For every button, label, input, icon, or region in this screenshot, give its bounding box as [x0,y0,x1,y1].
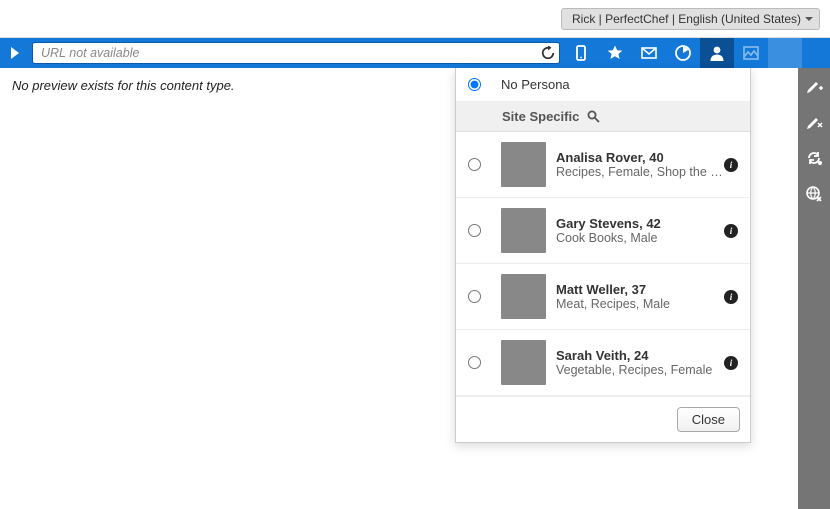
persona-group-label: Site Specific [502,109,579,124]
no-persona-label: No Persona [501,77,570,92]
favorite-button[interactable] [598,38,632,68]
email-button[interactable] [632,38,666,68]
persona-text: Analisa Rover, 40 Recipes, Female, Shop … [556,150,724,179]
persona-row[interactable]: Gary Stevens, 42 Cook Books, Male i [456,198,750,264]
url-text: URL not available [33,46,537,60]
highlighter-remove-button[interactable] [798,104,830,140]
close-button[interactable]: Close [677,407,740,432]
persona-text: Gary Stevens, 42 Cook Books, Male [556,216,724,245]
toolbar-icons [564,38,768,68]
persona-avatar [501,208,546,253]
persona-radio[interactable] [468,290,481,303]
persona-desc: Recipes, Female, Shop the L... [556,165,724,179]
info-icon[interactable]: i [724,290,738,304]
persona-row[interactable]: Sarah Veith, 24 Vegetable, Recipes, Fema… [456,330,750,396]
no-persona-radio[interactable] [468,78,481,91]
persona-desc: Meat, Recipes, Male [556,297,724,311]
user-context-label: Rick | PerfectChef | English (United Sta… [572,12,801,26]
right-rail [798,68,830,509]
persona-panel-footer: Close [456,396,750,442]
no-persona-row[interactable]: No Persona [456,68,750,102]
persona-name: Analisa Rover, 40 [556,150,724,165]
app-header: Rick | PerfectChef | English (United Sta… [0,0,830,38]
persona-desc: Vegetable, Recipes, Female [556,363,724,377]
globe-remove-button[interactable] [798,176,830,212]
persona-avatar [501,274,546,319]
persona-radio[interactable] [468,356,481,369]
persona-group-header: Site Specific [456,102,750,132]
persona-radio[interactable] [468,224,481,237]
search-icon[interactable] [587,110,600,123]
persona-name: Gary Stevens, 42 [556,216,724,231]
persona-desc: Cook Books, Male [556,231,724,245]
info-icon[interactable]: i [724,224,738,238]
info-icon[interactable]: i [724,158,738,172]
persona-dropdown-panel: No Persona Site Specific Analisa Rover, … [455,68,751,443]
time-button[interactable] [666,38,700,68]
persona-avatar [501,340,546,385]
image-button[interactable] [734,38,768,68]
device-preview-button[interactable] [564,38,598,68]
persona-text: Sarah Veith, 24 Vegetable, Recipes, Fema… [556,348,724,377]
persona-row[interactable]: Analisa Rover, 40 Recipes, Female, Shop … [456,132,750,198]
persona-button[interactable] [700,38,734,68]
persona-name: Matt Weller, 37 [556,282,724,297]
preview-toolbar: URL not available [0,38,830,68]
highlighter-add-button[interactable] [798,68,830,104]
user-context-dropdown[interactable]: Rick | PerfectChef | English (United Sta… [561,8,820,30]
persona-avatar [501,142,546,187]
persona-row[interactable]: Matt Weller, 37 Meat, Recipes, Male i [456,264,750,330]
persona-name: Sarah Veith, 24 [556,348,724,363]
toolbar-spacer [768,38,802,68]
sync-add-button[interactable] [798,140,830,176]
info-icon[interactable]: i [724,356,738,370]
forward-button[interactable] [0,38,30,68]
persona-text: Matt Weller, 37 Meat, Recipes, Male [556,282,724,311]
persona-radio[interactable] [468,158,481,171]
url-bar[interactable]: URL not available [32,42,560,64]
refresh-button[interactable] [537,42,559,64]
